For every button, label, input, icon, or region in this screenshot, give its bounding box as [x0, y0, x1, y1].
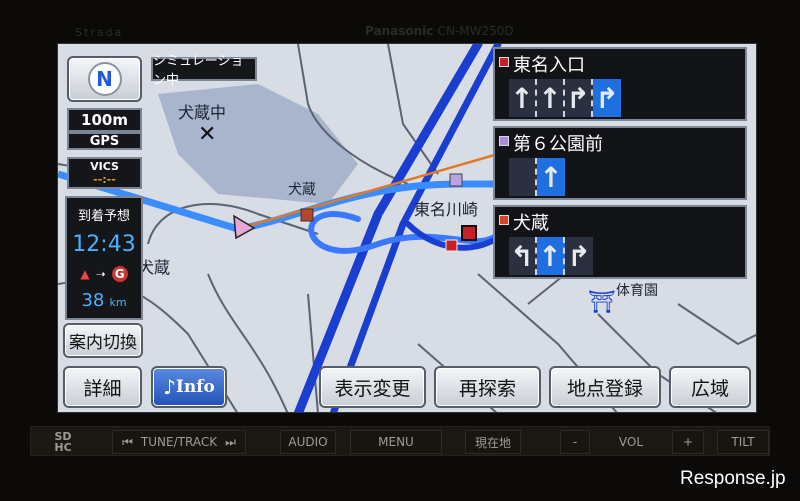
info-label: Info — [175, 377, 215, 397]
waypoint-marker — [449, 173, 463, 187]
lane-list: ↑ ↑ ↱ ↱ — [509, 79, 621, 117]
current-location-button[interactable]: 現在地 — [465, 430, 521, 454]
junction-marker — [461, 225, 477, 241]
intersection-pin-icon — [499, 136, 509, 146]
tilt-button[interactable]: TILT — [717, 430, 769, 454]
reroute-button[interactable]: 再探索 — [434, 366, 541, 408]
lane-straight-arrow-icon: ↑ — [537, 237, 565, 275]
info-button[interactable]: ♪ Info — [151, 366, 227, 408]
eta-time: 12:43 — [72, 232, 136, 258]
lane-left-straight-arrow-icon: ↰ — [509, 237, 537, 275]
eta-distance: 38 km — [81, 290, 126, 311]
prev-icon: ⏮ — [122, 434, 133, 449]
map-label-school: 犬蔵中 — [178, 103, 227, 122]
brand-panasonic: Panasonic CN-MW250D — [365, 24, 514, 38]
north-up-compass-button[interactable]: N — [67, 56, 142, 102]
lane-guide-panel: 東名入口 ↑ ↑ ↱ ↱ — [493, 47, 747, 121]
lane-guide-panel: 第６公園前 ↑ — [493, 126, 747, 200]
register-point-button[interactable]: 地点登録 — [549, 366, 661, 408]
lane-list: ↰ ↑ ↱ — [509, 237, 593, 275]
audio-button[interactable]: AUDIO — [280, 430, 336, 454]
start-icon: ▲ — [80, 266, 90, 281]
intersection-name: 第６公園前 — [513, 134, 603, 155]
distance-unit: km — [109, 295, 127, 309]
vol-label: VOL — [618, 435, 644, 449]
eta-route-icons: ▲ ➝ G — [80, 265, 128, 282]
simulation-indicator: シミュレーション中 — [151, 54, 257, 88]
map-label-park: 体育園 — [616, 283, 658, 299]
lane-straight-arrow-icon: ↑ — [537, 158, 565, 196]
vol-plus-button[interactable]: + — [672, 430, 704, 454]
brand-name: Panasonic — [365, 24, 434, 38]
goal-icon: G — [111, 265, 128, 282]
intersection-pin-icon — [499, 215, 509, 225]
eta-panel: 到着予想 12:43 ▲ ➝ G 38 km — [65, 196, 143, 320]
vol-minus-button[interactable]: - — [560, 430, 590, 454]
lane-right-arrow-icon: ↱ — [565, 79, 593, 117]
brand-strada: Strada — [75, 26, 124, 39]
highways — [293, 44, 521, 412]
intersection-marker — [300, 208, 314, 222]
map-label-intersection: 犬蔵 — [288, 182, 316, 198]
vics-indicator[interactable]: VICS --:-- — [67, 157, 142, 189]
watermark: Response.jp — [680, 468, 786, 489]
park-icon: ⛩ — [588, 290, 616, 315]
vics-value: --:-- — [93, 173, 116, 186]
intersection-pin-icon — [499, 57, 509, 67]
gps-indicator: GPS — [67, 132, 142, 150]
tune-track-button[interactable]: ⏮ TUNE/TRACK ⏭ — [112, 430, 246, 454]
eta-label: 到着予想 — [77, 209, 130, 225]
menu-button[interactable]: MENU — [350, 430, 442, 454]
tune-track-label: TUNE/TRACK — [140, 435, 218, 449]
hc-logo: HC — [54, 441, 72, 454]
guide-switch-button[interactable]: 案内切換 — [63, 323, 143, 358]
lane-right-arrow-icon: ↱ — [593, 79, 621, 117]
next-icon: ⏭ — [225, 434, 236, 449]
distance-value: 38 — [81, 289, 105, 311]
route-arrow-icon: ➝ — [95, 266, 106, 281]
lane-right-arrow-icon: ↱ — [565, 237, 593, 275]
intersection-name: 東名入口 — [513, 55, 585, 76]
nav-screen: ✕ ⛩ 犬蔵中 犬蔵 東名川崎 犬蔵 体育園 N シミュレーション中 100m … — [57, 43, 757, 413]
vics-label: VICS — [90, 160, 119, 173]
lane-straight-arrow-icon: ↑ — [537, 79, 565, 117]
map-scale[interactable]: 100m — [67, 108, 142, 132]
junction-marker — [445, 239, 458, 252]
wide-area-button[interactable]: 広域 — [669, 366, 751, 408]
intersection-name: 犬蔵 — [513, 213, 549, 234]
lane-straight-arrow-icon: ↑ — [509, 79, 537, 117]
school-x-icon: ✕ — [198, 122, 216, 147]
sdhc-logo: SD HC — [38, 430, 88, 454]
compass-n-icon: N — [87, 62, 122, 96]
detail-button[interactable]: 詳細 — [63, 366, 142, 408]
lane-guide-panel: 犬蔵 ↰ ↑ ↱ — [493, 205, 747, 279]
music-note-icon: ♪ — [163, 375, 176, 399]
display-change-button[interactable]: 表示変更 — [319, 366, 426, 408]
lane-none-arrow-icon — [509, 158, 537, 196]
model-name: CN-MW250D — [437, 24, 514, 38]
lane-list: ↑ — [509, 158, 565, 196]
vehicle-position-icon — [233, 214, 256, 240]
map-label-interchange: 東名川崎 — [414, 200, 479, 219]
